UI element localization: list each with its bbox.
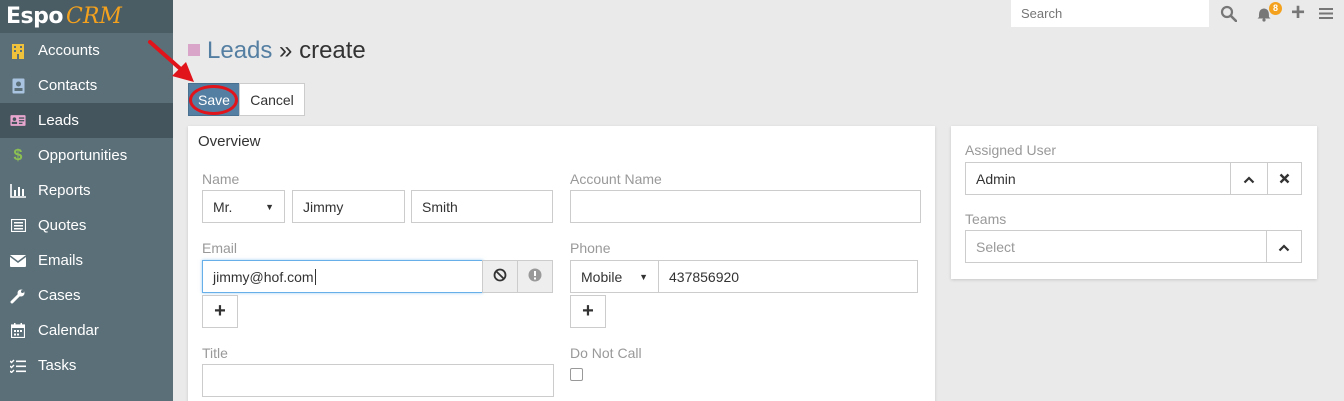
sidebar-item-leads[interactable]: Leads [0, 103, 173, 138]
select-teams-button[interactable] [1266, 230, 1302, 263]
do-not-call-label: Do Not Call [570, 345, 642, 361]
salutation-value: Mr. [213, 198, 233, 215]
ban-icon [493, 268, 507, 285]
sidebar-item-label: Quotes [38, 217, 87, 234]
phone-label: Phone [570, 240, 611, 256]
title-label: Title [202, 345, 228, 361]
building-icon [10, 43, 26, 59]
sidebar-item-emails[interactable]: Emails [0, 243, 173, 278]
list-icon [10, 218, 26, 234]
last-name-input[interactable]: Smith [411, 190, 553, 223]
plus-icon[interactable]: + [1288, 1, 1308, 25]
logo[interactable]: Espo CRM [0, 0, 173, 33]
search-input[interactable] [1011, 0, 1209, 27]
plus-icon: + [214, 300, 226, 322]
header-color-marker [188, 44, 200, 56]
contact-card-icon [10, 78, 26, 94]
first-name-input[interactable]: Jimmy [292, 190, 405, 223]
wrench-icon [10, 288, 26, 304]
sidebar-item-quotes[interactable]: Quotes [0, 208, 173, 243]
notification-badge: 8 [1269, 2, 1282, 15]
caret-down-icon: ▼ [265, 201, 274, 212]
title-input[interactable] [202, 364, 554, 397]
chevron-up-icon [1243, 171, 1255, 187]
sidebar-item-cases[interactable]: Cases [0, 278, 173, 313]
exclamation-circle-icon [528, 268, 542, 285]
email-label: Email [202, 240, 238, 256]
account-name-label: Account Name [570, 171, 662, 187]
top-bar: 8 + [173, 0, 1344, 27]
sidebar-item-label: Calendar [38, 322, 99, 339]
email-value: jimmy@hof.com [213, 268, 314, 285]
teams-input[interactable]: Select [965, 230, 1267, 263]
add-phone-button[interactable]: + [570, 295, 606, 328]
dollar-icon: $ [13, 146, 23, 164]
logo-crm: CRM [66, 4, 122, 29]
page-title: Leads » create [207, 37, 366, 65]
clear-user-button[interactable] [1267, 162, 1302, 195]
assigned-user-label: Assigned User [965, 142, 1057, 158]
breadcrumb-action: create [299, 37, 366, 64]
sidebar-item-contacts[interactable]: Contacts [0, 68, 173, 103]
phone-type-select[interactable]: Mobile ▼ [570, 260, 659, 293]
sidebar-item-label: Opportunities [38, 147, 128, 164]
sidebar-item-label: Tasks [38, 357, 77, 374]
email-input[interactable]: jimmy@hof.com [202, 260, 483, 293]
account-name-input[interactable] [570, 190, 921, 223]
plus-icon: + [582, 300, 594, 322]
breadcrumb-leads[interactable]: Leads [207, 37, 272, 64]
invalid-button[interactable] [517, 260, 553, 293]
menu-icon[interactable] [1316, 3, 1336, 23]
text-cursor [314, 268, 316, 285]
sidebar-item-label: Cases [38, 287, 81, 304]
add-email-button[interactable]: + [202, 295, 238, 328]
phone-type-value: Mobile [581, 268, 623, 285]
assigned-user-input[interactable]: Admin [965, 162, 1231, 195]
sidebar-item-calendar[interactable]: Calendar [0, 313, 173, 348]
do-not-call-checkbox[interactable] [570, 368, 583, 381]
logo-espo: Espo [6, 4, 64, 29]
salutation-select[interactable]: Mr. ▼ [202, 190, 285, 223]
sidebar-item-label: Accounts [38, 42, 100, 59]
close-icon [1279, 171, 1290, 187]
save-button[interactable]: Save [188, 83, 240, 116]
sidebar-item-label: Reports [38, 182, 91, 199]
select-user-button[interactable] [1230, 162, 1268, 195]
teams-label: Teams [965, 211, 1007, 227]
sidebar-item-label: Leads [38, 112, 79, 129]
search-icon[interactable] [1218, 3, 1238, 23]
tasks-icon [10, 358, 26, 374]
caret-down-icon: ▼ [639, 271, 648, 282]
sidebar-item-tasks[interactable]: Tasks [0, 348, 173, 383]
side-panel: Assigned User Admin Teams Select [951, 126, 1317, 279]
chevron-up-icon [1278, 239, 1290, 255]
bar-chart-icon [10, 183, 26, 199]
sidebar-item-opportunities[interactable]: $ Opportunities [0, 138, 173, 173]
overview-panel: Overview Name Mr. ▼ Jimmy Smith Account … [188, 126, 935, 401]
id-card-icon [10, 113, 26, 129]
breadcrumb-separator: » [272, 37, 300, 64]
sidebar-item-label: Contacts [38, 77, 98, 94]
sidebar-item-accounts[interactable]: Accounts [0, 33, 173, 68]
opt-out-button[interactable] [482, 260, 518, 293]
calendar-icon [10, 323, 26, 339]
sidebar-item-reports[interactable]: Reports [0, 173, 173, 208]
envelope-icon [10, 253, 26, 269]
panel-heading: Overview [198, 133, 261, 150]
name-label: Name [202, 171, 240, 187]
sidebar: Espo CRM Accounts Contacts Leads $ Oppor… [0, 0, 173, 401]
cancel-button[interactable]: Cancel [239, 83, 305, 116]
phone-input[interactable]: 437856920 [658, 260, 918, 293]
sidebar-item-label: Emails [38, 252, 84, 269]
